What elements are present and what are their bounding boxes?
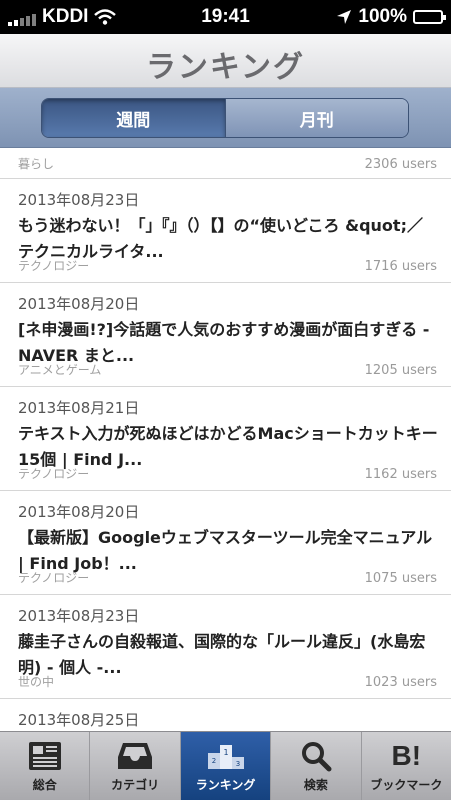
search-icon [301,742,332,772]
page-title: ランキング [145,50,306,85]
item-date: 2013年08月23日 [18,191,140,209]
segment-bar: 週間 月刊 [0,88,451,148]
item-title: 藤圭子さんの自殺報道、国際的な「ルール違反」(水島宏明) - 個人 -... [18,632,426,677]
item-date: 2013年08月20日 [18,503,140,521]
item-date: 2013年08月20日 [18,295,140,313]
item-category: テクノロジー [18,259,90,273]
tab-category[interactable]: カテゴリ [90,732,181,800]
tab-ranking[interactable]: 1 2 3 ランキング [180,732,272,800]
item-users: 1162 users [364,467,437,482]
period-segmented-control: 週間 月刊 [41,98,409,138]
list-item[interactable]: 2013年08月23日 藤圭子さんの自殺報道、国際的な「ルール違反」(水島宏明)… [0,595,451,699]
item-users: 1023 users [364,675,437,690]
item-date: 2013年08月21日 [18,399,140,417]
segment-monthly[interactable]: 月刊 [224,99,408,137]
tab-label: カテゴリ [111,778,160,792]
item-users: 1205 users [364,363,437,378]
list-item[interactable]: 2013年08月21日 テキスト入力が死ぬほどはかどるMacショートカットキー1… [0,387,451,491]
status-bar: KDDI 19:41 100% [0,0,451,34]
inbox-tray-icon [118,743,153,769]
tab-label: ランキング [195,778,256,792]
svg-text:1: 1 [223,748,228,757]
item-users: 1716 users [364,259,437,274]
item-date: 2013年08月23日 [18,607,140,625]
svg-text:3: 3 [235,760,239,768]
hatena-bookmark-icon: B! [391,740,422,771]
item-category: 世の中 [18,675,55,689]
status-right: 100% [336,6,446,28]
navigation-bar: ランキング [0,34,451,88]
item-category: 暮らし [18,157,55,171]
tab-label: ブックマーク [370,778,443,792]
item-users: 2306 users [364,157,437,172]
item-category: テクノロジー [18,571,90,585]
item-date: 2013年08月25日 [18,711,140,729]
tab-bar: 総合 カテゴリ 1 2 3 ランキング 検索 B! ブックマーク [0,731,451,800]
ranking-list: 暮らし 2306 users 2013年08月23日 もう迷わない！「」『』（）… [0,149,451,731]
tab-overview[interactable]: 総合 [0,732,91,800]
item-users: 1075 users [364,571,437,586]
item-category: アニメとゲーム [18,363,102,377]
svg-text:2: 2 [211,757,215,765]
tab-label: 検索 [303,778,328,792]
tab-label: 総合 [32,778,57,792]
battery-label: 100% [358,6,407,27]
list-item[interactable]: 2013年08月23日 もう迷わない！「」『』（）【】の“使いどころ &quot… [0,179,451,283]
item-category: テクノロジー [18,467,90,481]
list-item[interactable]: 暮らし 2306 users [0,149,451,179]
location-arrow-icon [337,10,352,24]
list-item[interactable]: 2013年08月20日 [ネ申漫画!?]今話題で人気のおすすめ漫画が面白すぎる … [0,283,451,387]
tab-bookmark[interactable]: B! ブックマーク [362,732,451,800]
newspaper-icon [28,742,61,770]
list-item[interactable]: 2013年08月20日 【最新版】Googleウェブマスターツール完全マニュアル… [0,491,451,595]
list-item[interactable]: 2013年08月25日 [0,699,451,731]
tab-search[interactable]: 検索 [271,732,362,800]
segment-weekly[interactable]: 週間 [42,99,225,137]
podium-icon: 1 2 3 [207,745,244,769]
battery-icon [413,10,446,24]
